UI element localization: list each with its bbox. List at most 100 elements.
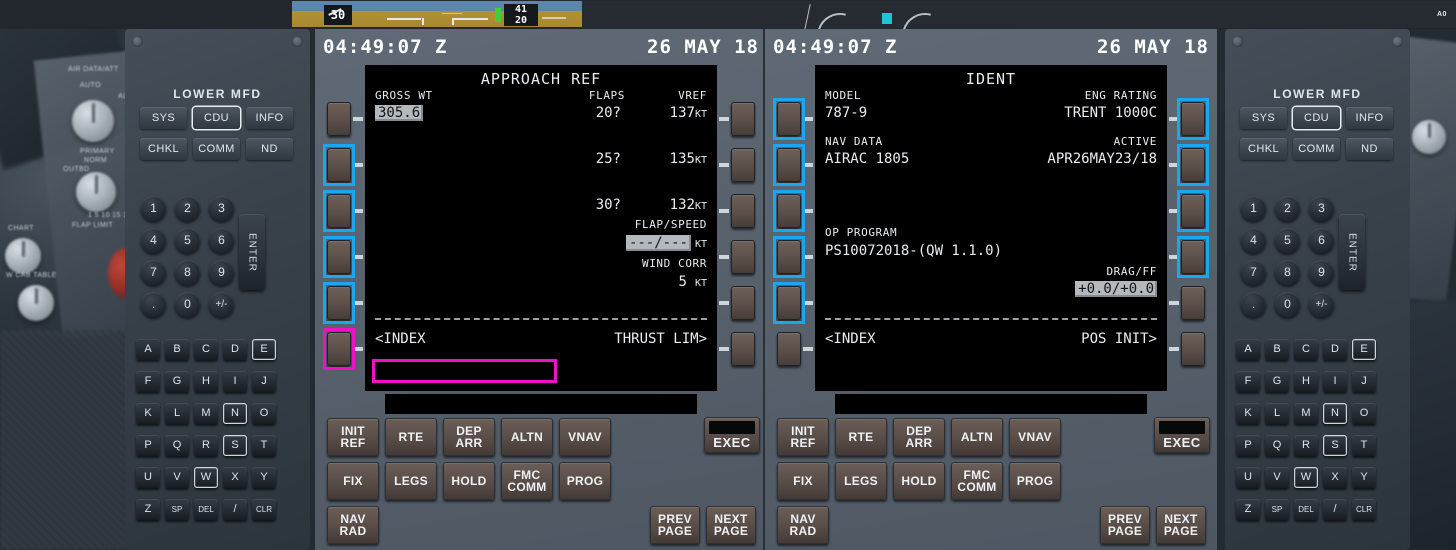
key-m[interactable]: M <box>194 403 218 424</box>
key-9[interactable]: 9 <box>209 260 234 285</box>
lsk-2r-right-cdu[interactable] <box>1181 148 1205 182</box>
lsk-4l[interactable] <box>327 240 351 274</box>
key-8[interactable]: 8 <box>175 260 200 285</box>
exec-key-right[interactable]: EXEC <box>1154 417 1210 453</box>
display-selector-knob[interactable] <box>76 172 116 212</box>
key-e-right[interactable]: E <box>1352 339 1376 360</box>
key-1-right[interactable]: 1 <box>1241 196 1266 221</box>
key-d[interactable]: D <box>223 339 247 360</box>
fkey-fix-right[interactable]: FIX <box>777 462 829 500</box>
fkey-dep-arr[interactable]: DEP ARR <box>443 418 495 456</box>
key-p[interactable]: P <box>136 435 160 456</box>
lsk-5l-right-cdu[interactable] <box>777 286 801 320</box>
key-k[interactable]: K <box>136 403 160 424</box>
fkey-init-ref[interactable]: INIT REF <box>327 418 379 456</box>
key-del[interactable]: DEL <box>194 499 218 520</box>
enter-key[interactable]: ENTER <box>239 214 265 290</box>
fkey-prog[interactable]: PROG <box>559 462 611 500</box>
key-i[interactable]: I <box>223 371 247 392</box>
mfd-button-cdu[interactable]: CDU <box>193 107 240 129</box>
key-slash-right[interactable]: / <box>1323 499 1347 520</box>
key-t-right[interactable]: T <box>1352 435 1376 456</box>
key-n[interactable]: N <box>223 403 247 424</box>
key-a[interactable]: A <box>136 339 160 360</box>
key-decimal[interactable]: . <box>141 292 166 317</box>
key-g-right[interactable]: G <box>1265 371 1289 392</box>
key-clr[interactable]: CLR <box>252 499 276 520</box>
key-c-right[interactable]: C <box>1294 339 1318 360</box>
mfd-button-chkl-right[interactable]: CHKL <box>1240 138 1287 160</box>
mfd-button-chkl[interactable]: CHKL <box>140 138 187 160</box>
left-footer-index[interactable]: <INDEX <box>375 331 426 347</box>
air-data-selector-knob[interactable] <box>72 100 114 142</box>
key-2-right[interactable]: 2 <box>1275 196 1300 221</box>
enter-key-right[interactable]: ENTER <box>1339 214 1365 290</box>
lsk-1r[interactable] <box>731 102 755 136</box>
key-k-right[interactable]: K <box>1236 403 1260 424</box>
drag-ff-field[interactable]: +0.0/+0.0 <box>1075 281 1157 297</box>
exec-key[interactable]: EXEC <box>704 417 760 453</box>
wind-corr-row[interactable]: 5KT <box>679 274 707 290</box>
lsk-2l[interactable] <box>327 148 351 182</box>
flaps-25-value[interactable]: 25? <box>596 151 621 167</box>
lsk-4r-right-cdu[interactable] <box>1181 240 1205 274</box>
key-del-right[interactable]: DEL <box>1294 499 1318 520</box>
fkey-dep-arr-right[interactable]: DEP ARR <box>893 418 945 456</box>
key-y-right[interactable]: Y <box>1352 467 1376 488</box>
key-clr-right[interactable]: CLR <box>1352 499 1376 520</box>
key-i-right[interactable]: I <box>1323 371 1347 392</box>
right-footer-index[interactable]: <INDEX <box>825 331 876 347</box>
lsk-1l-right-cdu[interactable] <box>777 102 801 136</box>
key-plus-minus[interactable]: +/- <box>209 292 234 317</box>
key-l-right[interactable]: L <box>1265 403 1289 424</box>
key-w-right[interactable]: W <box>1294 467 1318 488</box>
key-x-right[interactable]: X <box>1323 467 1347 488</box>
fkey-fix[interactable]: FIX <box>327 462 379 500</box>
fkey-next-page[interactable]: NEXT PAGE <box>706 506 756 544</box>
key-2[interactable]: 2 <box>175 196 200 221</box>
key-v[interactable]: V <box>165 467 189 488</box>
key-o-right[interactable]: O <box>1352 403 1376 424</box>
key-r-right[interactable]: R <box>1294 435 1318 456</box>
key-u[interactable]: U <box>136 467 160 488</box>
key-4-right[interactable]: 4 <box>1241 228 1266 253</box>
lsk-6r-right-cdu[interactable] <box>1181 332 1205 366</box>
key-g[interactable]: G <box>165 371 189 392</box>
lsk-3r[interactable] <box>731 194 755 228</box>
fkey-rte[interactable]: RTE <box>385 418 437 456</box>
mfd-button-comm[interactable]: COMM <box>193 138 240 160</box>
fkey-hold-right[interactable]: HOLD <box>893 462 945 500</box>
lsk-4r[interactable] <box>731 240 755 274</box>
key-l[interactable]: L <box>165 403 189 424</box>
fkey-legs-right[interactable]: LEGS <box>835 462 887 500</box>
key-3[interactable]: 3 <box>209 196 234 221</box>
key-q-right[interactable]: Q <box>1265 435 1289 456</box>
left-cdu-scratchpad[interactable] <box>385 394 697 414</box>
fkey-vnav[interactable]: VNAV <box>559 418 611 456</box>
mfd-button-info[interactable]: INFO <box>246 107 293 129</box>
key-f[interactable]: F <box>136 371 160 392</box>
lsk-1r-right-cdu[interactable] <box>1181 102 1205 136</box>
right-knob[interactable] <box>1412 120 1446 154</box>
lsk-3r-right-cdu[interactable] <box>1181 194 1205 228</box>
key-c[interactable]: C <box>194 339 218 360</box>
key-space[interactable]: SP <box>165 499 189 520</box>
chart-knob[interactable] <box>5 238 41 274</box>
key-v-right[interactable]: V <box>1265 467 1289 488</box>
key-a-right[interactable]: A <box>1236 339 1260 360</box>
key-5-right[interactable]: 5 <box>1275 228 1300 253</box>
key-7[interactable]: 7 <box>141 260 166 285</box>
fkey-fmc-comm[interactable]: FMC COMM <box>501 462 553 500</box>
fkey-rte-right[interactable]: RTE <box>835 418 887 456</box>
fkey-prev-page[interactable]: PREV PAGE <box>650 506 700 544</box>
key-b[interactable]: B <box>165 339 189 360</box>
key-b-right[interactable]: B <box>1265 339 1289 360</box>
key-j[interactable]: J <box>252 371 276 392</box>
flaps-30-value[interactable]: 30? <box>596 197 621 213</box>
key-w[interactable]: W <box>194 467 218 488</box>
key-e[interactable]: E <box>252 339 276 360</box>
key-1[interactable]: 1 <box>141 196 166 221</box>
key-y[interactable]: Y <box>252 467 276 488</box>
key-q[interactable]: Q <box>165 435 189 456</box>
lsk-5r[interactable] <box>731 286 755 320</box>
